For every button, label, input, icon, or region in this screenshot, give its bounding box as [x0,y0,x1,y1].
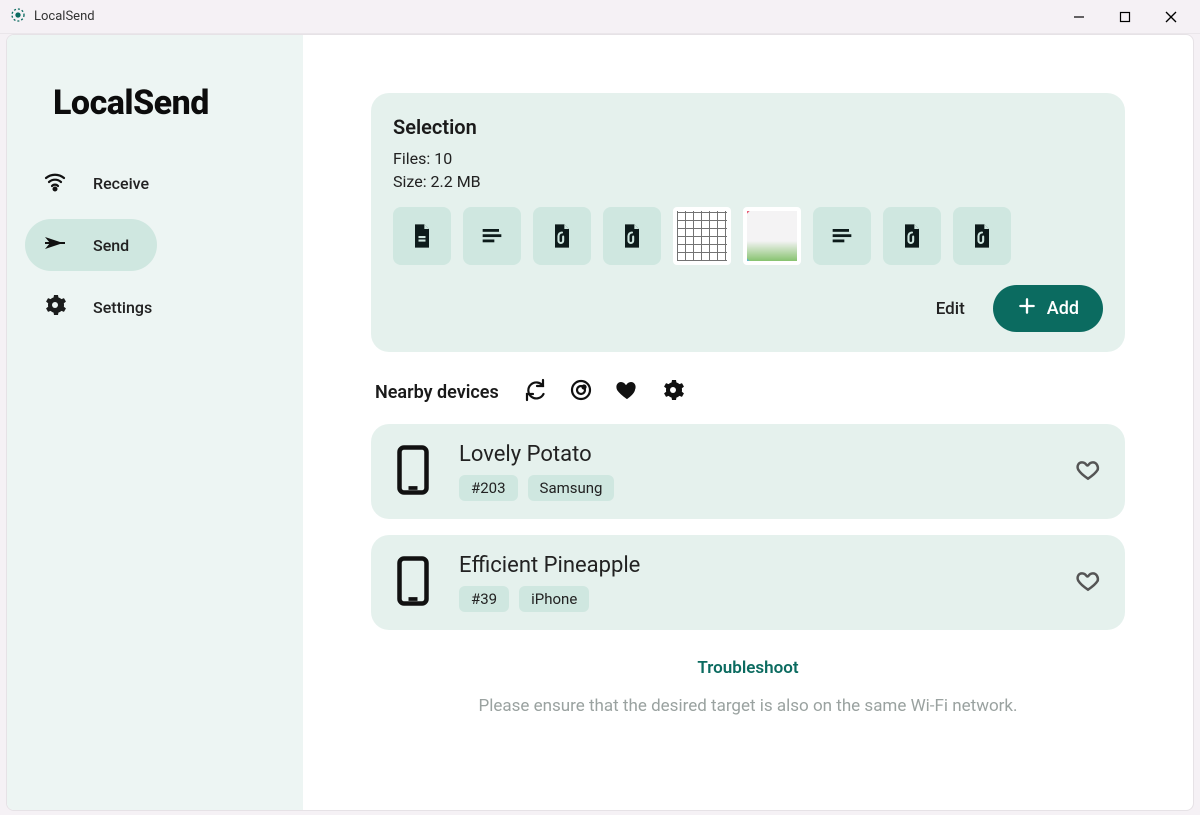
radar-icon [569,378,593,406]
scan-settings-button[interactable] [661,378,685,406]
device-name: Efficient Pineapple [459,553,1047,578]
nav-receive[interactable]: Receive [25,157,177,209]
heart-outline-icon [1075,468,1101,487]
heart-outline-icon [1075,579,1101,598]
thumbnail-row [393,207,1103,265]
wifi-icon [43,169,67,197]
attachment-icon [968,222,996,250]
nearby-label: Nearby devices [375,382,499,403]
device-info: Efficient Pineapple #39 iPhone [459,553,1047,612]
selection-title: Selection [393,115,1103,139]
nav-settings[interactable]: Settings [25,281,180,333]
nav-label: Send [93,236,139,255]
phone-icon [395,555,431,611]
add-button[interactable]: Add [993,285,1103,332]
file-thumbnail[interactable] [393,207,451,265]
maximize-button[interactable] [1102,1,1148,33]
device-id-tag: #39 [459,586,509,612]
phone-icon [395,444,431,500]
edit-button[interactable]: Edit [932,293,969,325]
gear-icon [43,293,67,321]
sidebar: LocalSend Receive Send Settings [7,35,303,810]
nearby-header: Nearby devices [375,378,1125,406]
close-button[interactable] [1148,1,1194,33]
file-thumbnail[interactable] [813,207,871,265]
nav-send[interactable]: Send [25,219,157,271]
files-count: 10 [434,149,452,168]
file-thumbnail[interactable] [953,207,1011,265]
device-list: Lovely Potato #203 Samsung Efficient Pineap… [371,424,1125,630]
size-label: Size: [393,172,427,191]
selection-meta: Files: 10 Size: 2.2 MB [393,147,1103,193]
device-model-tag: iPhone [519,586,589,612]
nav-label: Settings [93,298,162,317]
file-thumbnail[interactable] [463,207,521,265]
document-icon [408,222,436,250]
text-icon [478,222,506,250]
device-tags: #39 iPhone [459,586,1047,612]
nav-label: Receive [93,174,159,193]
plus-icon [1017,296,1037,321]
device-id-tag: #203 [459,475,518,501]
file-thumbnail[interactable] [603,207,661,265]
attachment-icon [548,222,576,250]
app-icon [10,7,26,27]
main-content: Selection Files: 10 Size: 2.2 MB Edit [303,35,1193,810]
file-thumbnail[interactable] [743,207,801,265]
file-thumbnail[interactable] [533,207,591,265]
text-icon [828,222,856,250]
attachment-icon [618,222,646,250]
device-card[interactable]: Efficient Pineapple #39 iPhone [371,535,1125,630]
refresh-button[interactable] [523,378,547,406]
favorites-button[interactable] [615,378,639,406]
device-tags: #203 Samsung [459,475,1047,501]
file-thumbnail[interactable] [883,207,941,265]
titlebar: LocalSend [0,0,1200,34]
device-name: Lovely Potato [459,442,1047,467]
app-frame: LocalSend Receive Send Settings Selectio… [6,34,1194,811]
selection-actions: Edit Add [393,285,1103,332]
troubleshoot-link[interactable]: Troubleshoot [371,658,1125,678]
window-controls [1056,1,1194,33]
help-text: Please ensure that the desired target is… [371,696,1125,716]
device-card[interactable]: Lovely Potato #203 Samsung [371,424,1125,519]
attachment-icon [898,222,926,250]
send-icon [43,231,67,259]
heart-icon [615,378,639,406]
titlebar-left: LocalSend [10,7,95,27]
device-model-tag: Samsung [528,475,615,501]
minimize-button[interactable] [1056,1,1102,33]
window-title: LocalSend [34,9,95,24]
radar-button[interactable] [569,378,593,406]
size-value: 2.2 MB [431,172,481,191]
favorite-button[interactable] [1075,457,1101,487]
file-thumbnail[interactable] [673,207,731,265]
device-info: Lovely Potato #203 Samsung [459,442,1047,501]
files-label: Files: [393,149,430,168]
gear-icon [661,378,685,406]
app-name: LocalSend [25,67,285,157]
selection-card: Selection Files: 10 Size: 2.2 MB Edit [371,93,1125,352]
sync-icon [523,378,547,406]
favorite-button[interactable] [1075,568,1101,598]
add-label: Add [1047,298,1079,319]
